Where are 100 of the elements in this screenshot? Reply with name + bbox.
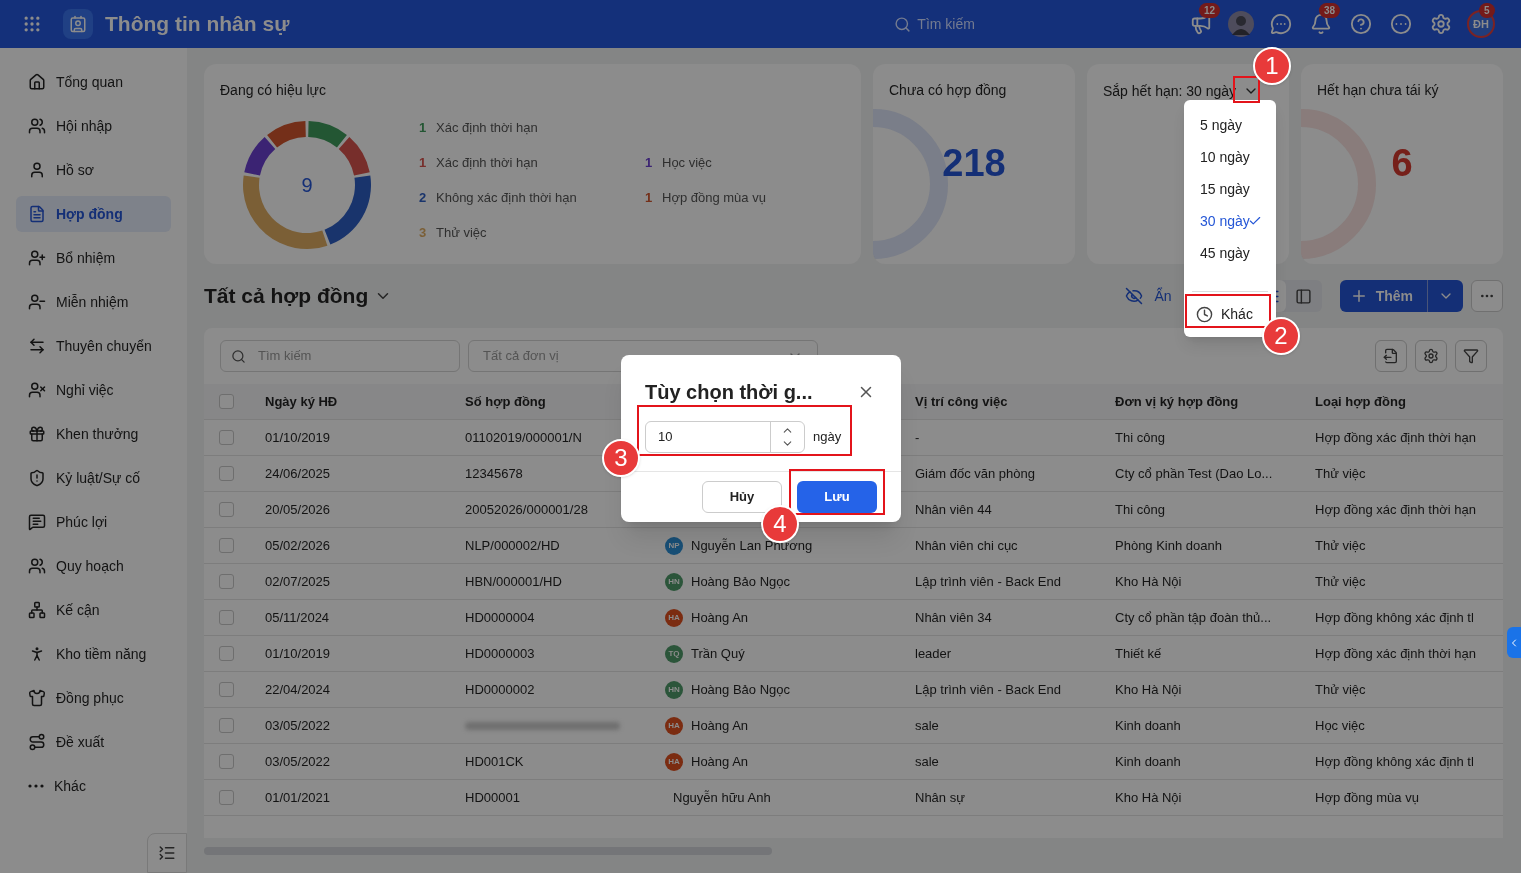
row-checkbox[interactable] [219, 646, 234, 661]
menu-item[interactable]: 15 ngày [1184, 173, 1276, 205]
table-cell: HD001CK [465, 753, 524, 769]
people-icon [28, 557, 46, 575]
menu-item[interactable]: Khác [1196, 300, 1255, 328]
contact-icon [69, 15, 87, 33]
sidebar-item[interactable]: Kế cận [16, 592, 171, 628]
menu-item[interactable]: 10 ngày [1184, 141, 1276, 173]
employee-avatar: NP [665, 536, 683, 555]
row-checkbox[interactable] [219, 754, 234, 769]
legend-count: 1 [645, 189, 654, 207]
table-cell: Thử việc [1315, 573, 1366, 589]
employee-name[interactable]: Trần Quý [691, 643, 745, 664]
sidebar-item[interactable]: Thuyên chuyển [16, 328, 171, 364]
sidebar-item[interactable]: Phúc lợi [16, 504, 171, 540]
card-title: Đang có hiệu lực [220, 81, 327, 100]
employee-name[interactable]: Hoàng An [691, 751, 749, 772]
count-badge: 12 [1199, 3, 1221, 18]
row-checkbox[interactable] [219, 682, 234, 697]
table-row[interactable]: 03/05/2022 HA Hoàng An sale Kinh doanh Học việc [204, 708, 1503, 744]
notification-icon[interactable] [1310, 13, 1332, 35]
hide-button[interactable]: Ẩn [1124, 285, 1172, 307]
row-checkbox[interactable] [219, 790, 234, 805]
row-checkbox[interactable] [219, 538, 234, 553]
legend-label: Hợp đồng mùa vụ [662, 189, 766, 207]
menu-item[interactable]: 5 ngày [1184, 109, 1276, 141]
side-panel-tab[interactable] [1507, 627, 1521, 658]
table-cell: 01/01/2021 [265, 789, 331, 805]
employee-name[interactable]: Hoàng Bảo Ngọc [691, 571, 790, 592]
more-icon[interactable] [1390, 13, 1412, 35]
table-row[interactable]: 22/04/2024 HD0000002 HN Hoàng Bảo Ngọc Lập trình viên - Back End Kho Hà Nội Thử việc [204, 672, 1503, 708]
column-header[interactable]: Vị trí công việc [915, 393, 1008, 409]
table-row[interactable]: 05/11/2024 HD0000004 HA Hoàng An Nhân viên 34 Cty cổ phần tập đoàn thủ... Hợp đồng không xác định tl [204, 600, 1503, 636]
column-header[interactable]: Loại hợp đồng [1315, 393, 1406, 409]
settings-icon[interactable] [1430, 13, 1452, 35]
employee-name[interactable]: Hoàng An [691, 607, 749, 628]
help-icon[interactable] [1350, 13, 1372, 35]
legend-count: 1 [419, 154, 428, 172]
employee-name[interactable]: Hoàng An [691, 715, 749, 736]
employee-name[interactable]: Hoàng Bảo Ngọc [691, 679, 790, 700]
legend-label: Không xác định thời hạn [436, 189, 577, 207]
number-input[interactable]: 10 [645, 421, 805, 453]
sidebar-item[interactable]: Hồ sơ [16, 152, 171, 188]
column-header[interactable]: Số hợp đồng [465, 393, 546, 409]
employee-name[interactable]: Nguyễn hữu Anh [665, 787, 771, 808]
table-cell: Nhân viên 44 [915, 501, 992, 517]
table-cell: sale [915, 717, 939, 733]
table-row[interactable]: 01/10/2019 HD0000003 TQ Trần Quý leader Thiết kế Hợp đồng xác định thời hạn [204, 636, 1503, 672]
row-checkbox[interactable] [219, 574, 234, 589]
sidebar-item[interactable]: Kỷ luật/Sự cố [16, 460, 171, 496]
collapse-icon [158, 844, 176, 862]
sidebar-item[interactable]: Nghỉ việc [16, 372, 171, 408]
save-button[interactable]: Lưu [797, 481, 877, 513]
table-row[interactable]: 01/01/2021 HD00001 Nguyễn hữu Anh Nhân sự Kho Hà Nội Hợp đồng mùa vụ [204, 780, 1503, 816]
row-checkbox[interactable] [219, 466, 234, 481]
table-cell: Cty cổ phần Test (Dao Lo... [1115, 465, 1273, 481]
select-all-checkbox[interactable] [219, 394, 234, 409]
sidebar-item[interactable]: Hợp đồng [16, 196, 171, 232]
employee-avatar: TQ [665, 644, 683, 663]
table-cell: 01/10/2019 [265, 429, 331, 445]
table-cell: 12345678 [465, 465, 523, 481]
settings-button[interactable] [1415, 340, 1447, 372]
search-field[interactable]: Tìm kiếm [894, 13, 975, 35]
sidebar-item[interactable]: Kho tiềm năng [16, 636, 171, 672]
table-cell: Nhân viên 34 [915, 609, 992, 625]
row-checkbox[interactable] [219, 610, 234, 625]
row-checkbox[interactable] [219, 502, 234, 517]
sidebar-item[interactable]: Khen thưởng [16, 416, 171, 452]
column-header[interactable]: Ngày ký HĐ [265, 393, 338, 409]
shield-icon [28, 469, 46, 487]
sidebar-item[interactable]: Tổng quan [16, 64, 171, 100]
panel-icon [1295, 287, 1313, 305]
menu-item[interactable]: 30 ngày [1184, 205, 1276, 237]
sidebar-item[interactable]: Quy hoạch [16, 548, 171, 584]
sidebar-item[interactable]: Miễn nhiệm [16, 284, 171, 320]
collapse-button[interactable] [147, 833, 187, 873]
filter-button[interactable] [1455, 340, 1487, 372]
column-header[interactable]: Đơn vị ký hợp đồng [1115, 393, 1239, 409]
hierarchy-icon [28, 601, 46, 619]
table-cell: Hợp đồng mùa vụ [1315, 789, 1419, 805]
row-checkbox[interactable] [219, 718, 234, 733]
chat-icon[interactable] [1270, 13, 1292, 35]
sidebar-item[interactable]: Khác [16, 768, 171, 804]
menu-item[interactable]: 45 ngày [1184, 237, 1276, 269]
sidebar-item[interactable]: Đồng phục [16, 680, 171, 716]
more-icon [28, 784, 44, 788]
apps-icon[interactable] [22, 14, 42, 34]
arrows-icon [28, 337, 46, 355]
table-cell: Kho Hà Nội [1115, 573, 1182, 589]
row-checkbox[interactable] [219, 430, 234, 445]
table-row[interactable]: 03/05/2022 HD001CK HA Hoàng An sale Kinh doanh Hợp đồng không xác định tl [204, 744, 1503, 780]
table-cell: leader [915, 645, 952, 661]
sidebar-item[interactable]: Hội nhập [16, 108, 171, 144]
table-row[interactable]: 02/07/2025 HBN/000001/HD HN Hoàng Bảo Ngọc Lập trình viên - Back End Kho Hà Nội Thử việc [204, 564, 1503, 600]
sidebar-item[interactable]: Bổ nhiệm [16, 240, 171, 276]
sidebar-item[interactable]: Đề xuất [16, 724, 171, 760]
table-cell: Học việc [1315, 717, 1365, 733]
table-cell: Thiết kế [1115, 645, 1162, 661]
export-button[interactable] [1375, 340, 1407, 372]
message-icon [28, 513, 46, 531]
